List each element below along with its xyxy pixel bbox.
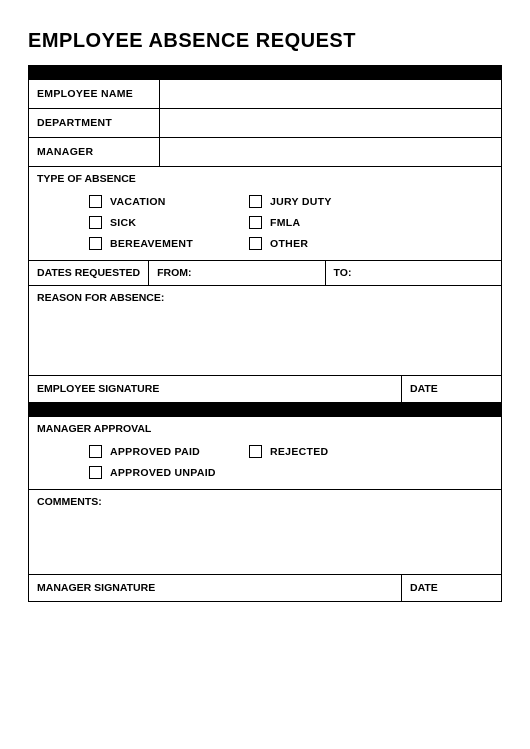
- signature-row: EMPLOYEE SIGNATURE DATE: [29, 376, 501, 403]
- page-title: EMPLOYEE ABSENCE REQUEST: [28, 30, 502, 53]
- reason-body[interactable]: [29, 310, 501, 375]
- checkbox-vacation[interactable]: VACATION: [89, 195, 249, 208]
- checkbox-sick-box[interactable]: [89, 216, 102, 229]
- manager-approval-label: MANAGER APPROVAL: [29, 417, 501, 441]
- checkbox-approved-paid-label: APPROVED PAID: [110, 446, 200, 458]
- checkbox-fmla-box[interactable]: [249, 216, 262, 229]
- employee-signature-label: EMPLOYEE SIGNATURE: [29, 376, 401, 402]
- checkbox-approved-paid-box[interactable]: [89, 445, 102, 458]
- checkbox-jury-duty[interactable]: JURY DUTY: [249, 195, 409, 208]
- middle-black-bar: [29, 403, 501, 417]
- checkbox-bereavement-box[interactable]: [89, 237, 102, 250]
- checkbox-bereavement[interactable]: BEREAVEMENT: [89, 237, 249, 250]
- employee-name-value[interactable]: [159, 80, 501, 108]
- employee-signature-date: DATE: [401, 376, 501, 402]
- dates-requested-label: DATES REQUESTED: [29, 261, 148, 285]
- absence-col-2: JURY DUTY FMLA OTHER: [249, 195, 409, 250]
- checkbox-vacation-box[interactable]: [89, 195, 102, 208]
- department-label: DEPARTMENT: [29, 109, 159, 137]
- employee-name-row: EMPLOYEE NAME: [29, 80, 501, 109]
- comments-label: COMMENTS:: [29, 490, 501, 514]
- manager-row: MANAGER: [29, 138, 501, 167]
- checkbox-approved-unpaid-label: APPROVED UNPAID: [110, 467, 216, 479]
- approval-checkboxes: APPROVED PAID APPROVED UNPAID REJECTED: [29, 441, 501, 489]
- type-absence-section: TYPE OF ABSENCE VACATION SICK BEREAVEMEN…: [29, 167, 501, 261]
- checkbox-fmla[interactable]: FMLA: [249, 216, 409, 229]
- comments-section: COMMENTS:: [29, 490, 501, 575]
- checkbox-vacation-label: VACATION: [110, 196, 166, 208]
- manager-sig-row: MANAGER SIGNATURE DATE: [29, 575, 501, 601]
- manager-sig-date: DATE: [401, 575, 501, 601]
- comments-body[interactable]: [29, 514, 501, 574]
- approval-col-2: REJECTED: [249, 445, 409, 479]
- manager-value[interactable]: [159, 138, 501, 166]
- checkbox-rejected-label: REJECTED: [270, 446, 328, 458]
- form-container: EMPLOYEE NAME DEPARTMENT MANAGER TYPE OF…: [28, 65, 502, 602]
- checkbox-fmla-label: FMLA: [270, 217, 300, 229]
- checkbox-jury-duty-box[interactable]: [249, 195, 262, 208]
- absence-col-1: VACATION SICK BEREAVEMENT: [89, 195, 249, 250]
- top-black-bar: [29, 66, 501, 80]
- checkbox-sick-label: SICK: [110, 217, 136, 229]
- checkbox-rejected[interactable]: REJECTED: [249, 445, 409, 458]
- checkbox-rejected-box[interactable]: [249, 445, 262, 458]
- checkbox-other-label: OTHER: [270, 238, 308, 250]
- manager-signature-label: MANAGER SIGNATURE: [29, 575, 401, 601]
- checkbox-sick[interactable]: SICK: [89, 216, 249, 229]
- dates-to-cell[interactable]: TO:: [326, 261, 501, 285]
- employee-name-label: EMPLOYEE NAME: [29, 80, 159, 108]
- approval-col-1: APPROVED PAID APPROVED UNPAID: [89, 445, 249, 479]
- checkbox-approved-unpaid[interactable]: APPROVED UNPAID: [89, 466, 249, 479]
- dates-from-cell[interactable]: FROM:: [148, 261, 325, 285]
- manager-approval-section: MANAGER APPROVAL APPROVED PAID APPROVED …: [29, 417, 501, 490]
- department-row: DEPARTMENT: [29, 109, 501, 138]
- checkbox-grid: VACATION SICK BEREAVEMENT JURY DUTY: [29, 191, 501, 260]
- checkbox-bereavement-label: BEREAVEMENT: [110, 238, 193, 250]
- checkbox-approved-paid[interactable]: APPROVED PAID: [89, 445, 249, 458]
- checkbox-approved-unpaid-box[interactable]: [89, 466, 102, 479]
- checkbox-other[interactable]: OTHER: [249, 237, 409, 250]
- manager-label: MANAGER: [29, 138, 159, 166]
- type-absence-label: TYPE OF ABSENCE: [29, 167, 501, 191]
- checkbox-other-box[interactable]: [249, 237, 262, 250]
- reason-label: REASON FOR ABSENCE:: [29, 286, 501, 310]
- department-value[interactable]: [159, 109, 501, 137]
- reason-section: REASON FOR ABSENCE:: [29, 286, 501, 376]
- dates-row: DATES REQUESTED FROM: TO:: [29, 261, 501, 286]
- checkbox-jury-duty-label: JURY DUTY: [270, 196, 332, 208]
